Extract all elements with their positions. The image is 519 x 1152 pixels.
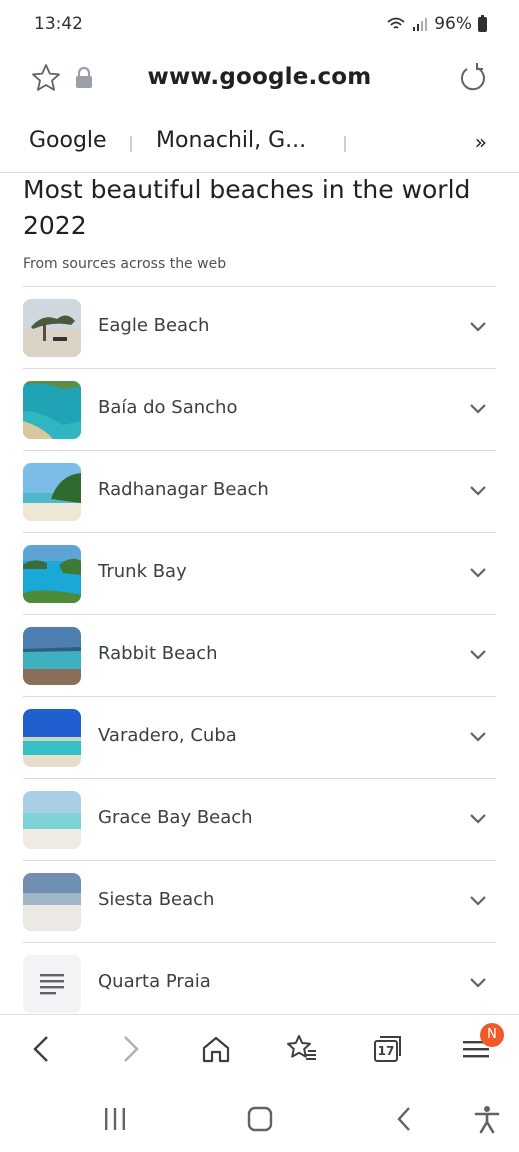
tabs-count: 17 — [377, 1044, 395, 1058]
beach-name: Rabbit Beach — [98, 643, 218, 664]
beach-name: Eagle Beach — [98, 315, 210, 336]
chevron-down-icon[interactable] — [468, 727, 488, 747]
tab-divider — [344, 136, 346, 152]
beach-name: Quarta Praia — [98, 971, 211, 992]
beach-photo — [23, 791, 81, 849]
tabs-bar: Google Monachil, G... » — [0, 118, 519, 173]
wifi-icon — [387, 17, 405, 29]
status-time: 13:42 — [34, 14, 83, 34]
star-icon[interactable] — [30, 62, 62, 94]
chevron-down-icon[interactable] — [468, 973, 488, 993]
chevron-down-icon[interactable] — [468, 563, 488, 583]
home-icon[interactable] — [200, 1033, 232, 1065]
reload-icon[interactable] — [455, 62, 489, 96]
chevron-down-icon[interactable] — [468, 317, 488, 337]
list-item[interactable]: Siesta Beach — [23, 861, 496, 943]
beach-name: Trunk Bay — [98, 561, 187, 582]
chevron-down-icon[interactable] — [468, 645, 488, 665]
beach-photo — [23, 709, 81, 767]
url-bar: www.google.com — [0, 52, 519, 110]
tab-divider — [130, 136, 132, 152]
status-bar: 13:42 96% — [0, 0, 519, 52]
forward-icon[interactable] — [114, 1033, 146, 1065]
beach-name: Grace Bay Beach — [98, 807, 253, 828]
beach-photo — [23, 381, 81, 439]
beach-photo — [23, 545, 81, 603]
home-nav-icon[interactable] — [245, 1104, 275, 1134]
beach-name: Baía do Sancho — [98, 397, 238, 418]
beach-name: Varadero, Cuba — [98, 725, 237, 746]
chevron-down-icon[interactable] — [468, 399, 488, 419]
beach-name: Radhanagar Beach — [98, 479, 269, 500]
lock-icon — [76, 66, 92, 88]
back-nav-icon[interactable] — [390, 1104, 420, 1134]
battery-icon — [478, 14, 487, 32]
list-item[interactable]: Quarta Praia — [23, 943, 496, 1025]
signal-icon — [413, 18, 428, 31]
bottom-toolbar: 17 N — [0, 1014, 519, 1087]
notification-badge: N — [480, 1023, 504, 1047]
list-item[interactable]: Baía do Sancho — [23, 369, 496, 451]
page-title: Most beautiful beaches in the world 2022 — [23, 175, 471, 240]
beach-photo — [23, 299, 81, 357]
menu-button[interactable]: N — [460, 1023, 504, 1065]
beach-photo — [23, 627, 81, 685]
main-content: Most beautiful beaches in the world 2022… — [23, 172, 496, 1025]
chevron-down-icon[interactable] — [468, 481, 488, 501]
battery-percent: 96% — [434, 14, 472, 34]
beach-list: Eagle Beach Baía do Sancho Radhanagar Be… — [23, 286, 496, 1025]
beach-photo — [23, 873, 81, 931]
bookmarks-icon[interactable] — [286, 1033, 318, 1065]
document-icon — [23, 955, 81, 1013]
tab-google[interactable]: Google — [29, 128, 107, 153]
list-item[interactable]: Rabbit Beach — [23, 615, 496, 697]
tab-monachil[interactable]: Monachil, G... — [156, 128, 306, 153]
list-item[interactable]: Eagle Beach — [23, 287, 496, 369]
beach-photo — [23, 463, 81, 521]
tabs-button[interactable]: 17 — [372, 1033, 404, 1065]
list-item[interactable]: Radhanagar Beach — [23, 451, 496, 533]
beach-name: Siesta Beach — [98, 889, 215, 910]
status-icons: 96% — [386, 14, 487, 34]
tabs-more-button[interactable]: » — [475, 130, 487, 154]
system-nav-bar — [0, 1086, 519, 1152]
list-item[interactable]: Grace Bay Beach — [23, 779, 496, 861]
chevron-down-icon[interactable] — [468, 891, 488, 911]
url-text[interactable]: www.google.com — [120, 64, 399, 90]
list-item[interactable]: Trunk Bay — [23, 533, 496, 615]
chevron-down-icon[interactable] — [468, 809, 488, 829]
accessibility-icon[interactable] — [472, 1104, 502, 1134]
back-icon[interactable] — [26, 1033, 58, 1065]
page-subtitle: From sources across the web — [23, 256, 227, 272]
list-item[interactable]: Varadero, Cuba — [23, 697, 496, 779]
recent-apps-icon[interactable] — [100, 1104, 130, 1134]
